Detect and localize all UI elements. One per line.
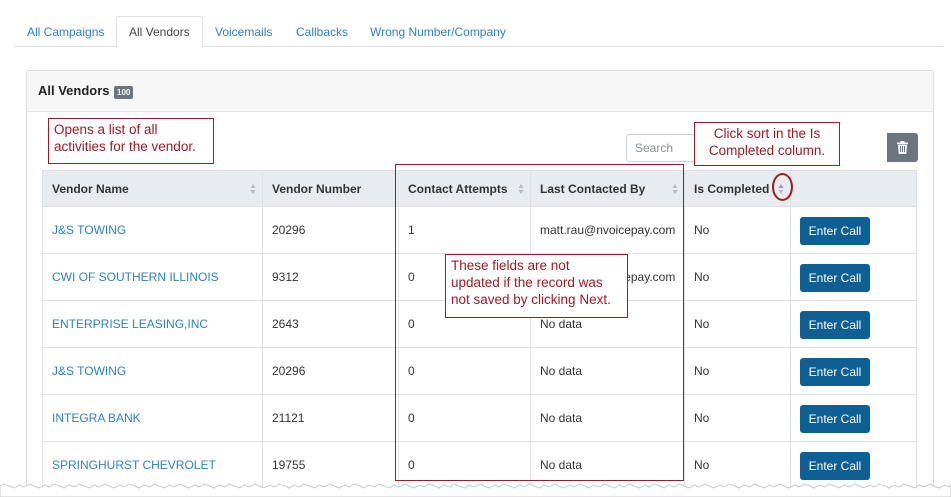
tab-callbacks[interactable]: Callbacks: [283, 16, 361, 47]
cell-vendor-name[interactable]: ENTERPRISE LEASING,INC: [43, 301, 263, 347]
sort-icon[interactable]: [250, 183, 256, 195]
sort-highlight-ring: [772, 173, 793, 201]
tab-wrong-number-company[interactable]: Wrong Number/Company: [357, 16, 519, 47]
cell-vendor-number: 2643: [263, 301, 399, 347]
cell-vendor-name[interactable]: INTEGRA BANK: [43, 395, 263, 441]
trash-icon: [897, 141, 908, 154]
clear-search-button[interactable]: [887, 133, 918, 162]
cell-is-completed: No: [685, 301, 791, 347]
cell-vendor-number: 20296: [263, 207, 399, 253]
tab-all-campaigns[interactable]: All Campaigns: [14, 16, 117, 47]
tab-voicemails[interactable]: Voicemails: [202, 16, 285, 47]
count-badge: 100: [114, 86, 134, 99]
cell-is-completed: No: [685, 348, 791, 394]
cell-vendor-name[interactable]: J&S TOWING: [43, 348, 263, 394]
annotation-fields: These fields are not updated if the reco…: [445, 254, 628, 318]
annotation-sort: Click sort in the Is Completed column.: [694, 122, 840, 166]
cell-vendor-number: 9312: [263, 254, 399, 300]
enter-call-button[interactable]: Enter Call: [800, 358, 870, 386]
cell-vendor-name[interactable]: J&S TOWING: [43, 207, 263, 253]
card-header: All Vendors 100: [27, 71, 933, 112]
enter-call-button[interactable]: Enter Call: [800, 405, 870, 433]
enter-call-button[interactable]: Enter Call: [800, 264, 870, 292]
cell-is-completed: No: [685, 395, 791, 441]
column-header-vendor-name[interactable]: Vendor Name: [43, 171, 263, 208]
column-header-actions: [791, 171, 918, 208]
cell-is-completed: No: [685, 254, 791, 300]
cell-vendor-number: 21121: [263, 395, 399, 441]
annotation-vendor-link: Opens a list of all activities for the v…: [48, 118, 214, 164]
highlight-box: [395, 164, 684, 481]
torn-edge: [0, 483, 951, 497]
cell-vendor-name[interactable]: CWI OF SOUTHERN ILLINOIS: [43, 254, 263, 300]
cell-vendor-number: 20296: [263, 348, 399, 394]
enter-call-button[interactable]: Enter Call: [800, 311, 870, 339]
enter-call-button[interactable]: Enter Call: [800, 217, 870, 245]
tab-all-vendors[interactable]: All Vendors: [116, 16, 203, 48]
card-title: All Vendors: [38, 83, 110, 98]
enter-call-button[interactable]: Enter Call: [800, 452, 870, 480]
cell-is-completed: No: [685, 207, 791, 253]
tab-bar: All Campaigns All Vendors Voicemails Cal…: [14, 16, 943, 48]
column-header-vendor-number[interactable]: Vendor Number: [263, 171, 399, 208]
